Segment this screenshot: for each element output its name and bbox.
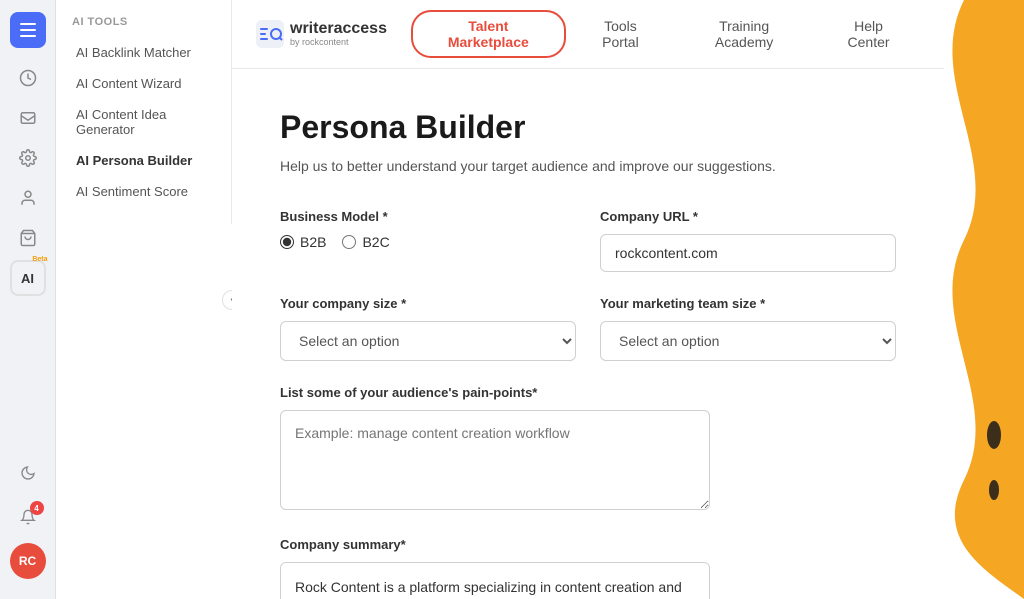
hamburger-button[interactable] [10, 12, 46, 48]
nav-tab-tools[interactable]: Tools Portal [570, 12, 671, 56]
page-subtitle: Help us to better understand your target… [280, 156, 896, 177]
radio-b2c-label: B2C [362, 234, 389, 250]
radio-b2b[interactable]: B2B [280, 234, 326, 250]
sidebar-item-idea-gen[interactable]: AI Content Idea Generator [68, 100, 219, 144]
form-group-marketing-team-size: Your marketing team size * Select an opt… [600, 296, 896, 361]
form-group-business-model: Business Model * B2B B2C [280, 209, 576, 272]
avatar-button[interactable]: RC [10, 543, 46, 579]
company-size-select[interactable]: Select an option 1-10 11-50 51-200 201-1… [280, 321, 576, 361]
form-group-pain-points: List some of your audience's pain-points… [280, 385, 710, 513]
deco-wave-svg [944, 0, 1024, 599]
marketing-team-size-select[interactable]: Select an option 1-5 6-20 21-50 50+ [600, 321, 896, 361]
company-size-label: Your company size * [280, 296, 576, 311]
beta-label: Beta [32, 256, 47, 263]
marketing-team-size-label: Your marketing team size * [600, 296, 896, 311]
form-row-2: Your company size * Select an option 1-1… [280, 296, 896, 361]
nav-tab-help[interactable]: Help Center [817, 12, 920, 56]
sidebar-section-title: AI TOOLS [68, 16, 219, 28]
radio-group-business-model: B2B B2C [280, 234, 576, 250]
decorative-side [944, 0, 1024, 599]
logo-area: writeraccess by rockcontent [256, 20, 387, 48]
logo-sub: by rockcontent [290, 37, 387, 47]
logo-icon [256, 20, 284, 48]
notification-count: 4 [30, 501, 44, 515]
ai-label: AI [21, 271, 34, 286]
radio-b2b-input[interactable] [280, 235, 294, 249]
form-group-company-url: Company URL * [600, 209, 896, 272]
company-url-input[interactable] [600, 234, 896, 272]
company-summary-label: Company summary* [280, 537, 710, 552]
top-navigation: writeraccess by rockcontent Talent Marke… [232, 0, 944, 69]
ai-badge-button[interactable]: Beta AI [10, 260, 46, 296]
nav-tabs: Talent Marketplace Tools Portal Training… [411, 10, 920, 58]
avatar-initials: RC [19, 554, 36, 568]
person-icon-button[interactable] [10, 180, 46, 216]
logo-text: writeraccess [290, 21, 387, 37]
main-wrapper: writeraccess by rockcontent Talent Marke… [232, 0, 944, 599]
sidebar-item-label: AI Persona Builder [76, 153, 192, 168]
sidebar-item-label: AI Content Wizard [76, 76, 182, 91]
icon-bar: Beta AI 4 RC [0, 0, 56, 599]
sidebar-item-wizard[interactable]: AI Content Wizard [68, 69, 219, 98]
radio-b2b-label: B2B [300, 234, 326, 250]
radio-b2c[interactable]: B2C [342, 234, 389, 250]
sidebar-item-backlink[interactable]: AI Backlink Matcher [68, 38, 219, 67]
clock-icon-button[interactable] [10, 60, 46, 96]
radio-b2c-input[interactable] [342, 235, 356, 249]
sidebar-item-label: AI Content Idea Generator [76, 107, 211, 137]
nav-tab-training[interactable]: Training Academy [675, 12, 813, 56]
company-url-label: Company URL * [600, 209, 896, 224]
form-group-company-summary: Company summary* Rock Content is a platf… [280, 537, 710, 599]
page-title: Persona Builder [280, 109, 896, 146]
pain-points-label: List some of your audience's pain-points… [280, 385, 710, 400]
sidebar-item-persona[interactable]: AI Persona Builder [68, 146, 219, 175]
bag-icon-button[interactable] [10, 220, 46, 256]
business-model-label: Business Model * [280, 209, 576, 224]
notification-button[interactable]: 4 [10, 499, 46, 535]
form-row-company-summary: Company summary* Rock Content is a platf… [280, 537, 896, 599]
sidebar-item-label: AI Sentiment Score [76, 184, 188, 199]
inbox-icon-button[interactable] [10, 100, 46, 136]
form-row-pain-points: List some of your audience's pain-points… [280, 385, 896, 513]
sidebar-item-sentiment[interactable]: AI Sentiment Score [68, 177, 219, 206]
form-row-1: Business Model * B2B B2C Company URL * [280, 209, 896, 272]
nav-tab-talent[interactable]: Talent Marketplace [411, 10, 566, 58]
gear-icon-button[interactable] [10, 140, 46, 176]
pain-points-textarea[interactable] [280, 410, 710, 510]
sidebar-item-label: AI Backlink Matcher [76, 45, 191, 60]
form-group-company-size: Your company size * Select an option 1-1… [280, 296, 576, 361]
content-area: Persona Builder Help us to better unders… [232, 69, 944, 599]
company-summary-textarea[interactable]: Rock Content is a platform specializing … [280, 562, 710, 599]
moon-icon-button[interactable] [10, 455, 46, 491]
sidebar: AI TOOLS AI Backlink Matcher AI Content … [56, 0, 232, 224]
